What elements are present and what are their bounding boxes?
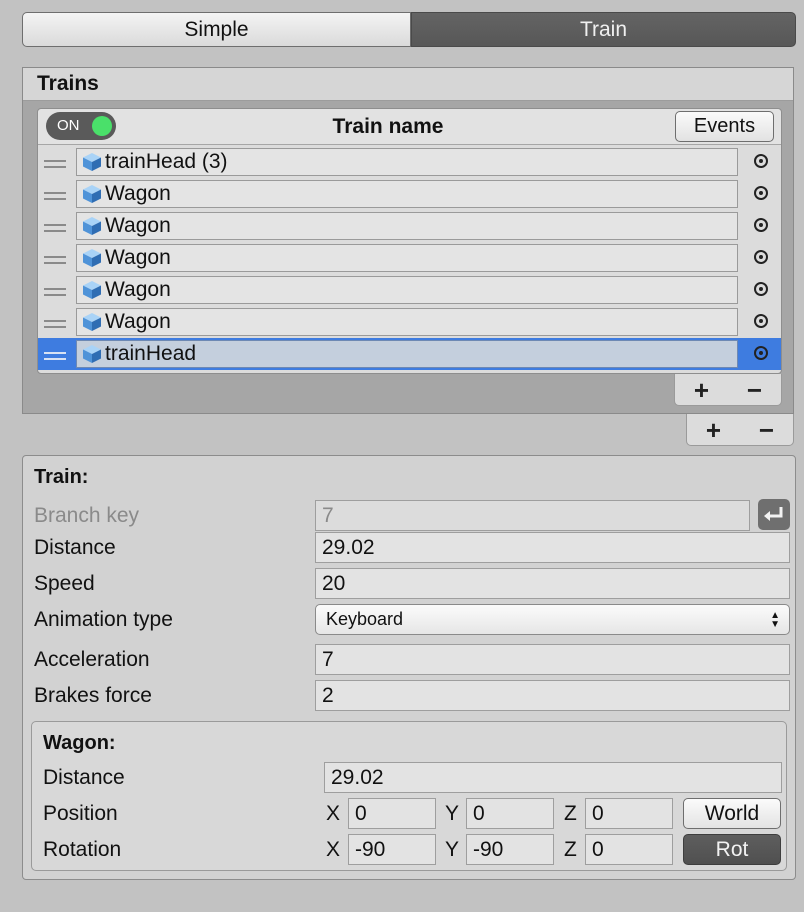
rotation-x-field[interactable]: -90 [348,834,436,865]
drag-handle-icon[interactable] [44,192,66,200]
object-field[interactable]: Wagon [76,308,738,336]
object-field[interactable]: Wagon [76,276,738,304]
toggle-knob [92,116,112,136]
object-picker-icon[interactable] [754,250,768,264]
row-name: Wagon [105,246,171,269]
object-field[interactable]: Wagon [76,180,738,208]
train-properties-panel: Train: Branch key 7 Distance 29.02 Speed… [22,455,796,880]
position-z-field[interactable]: 0 [585,798,673,829]
cube-icon [83,185,101,203]
drag-handle-icon[interactable] [44,256,66,264]
position-label: Position [43,802,118,825]
wagon-distance-field[interactable]: 29.02 [324,762,782,793]
list-item[interactable]: Wagon [38,178,781,210]
train-name-column-title: Train name [332,115,444,138]
object-picker-icon[interactable] [754,218,768,232]
rotation-x-label: X [326,838,341,861]
cube-icon [83,153,101,171]
animation-type-dropdown[interactable]: Keyboard ▲ ▼ [315,604,790,635]
rotation-z-label: Z [564,838,577,861]
cube-icon [83,249,101,267]
cube-icon [83,345,101,363]
position-x-label: X [326,802,341,825]
mode-simple-button[interactable]: Simple [22,12,411,47]
train-list: ON Train name Events trainHead (3) Wagon [37,108,782,374]
object-picker-icon[interactable] [754,346,768,360]
drag-handle-icon[interactable] [44,288,66,296]
wagon-section-title: Wagon: [43,732,116,754]
rotation-y-field[interactable]: -90 [466,834,554,865]
distance-label: Distance [34,536,116,559]
trains-header: Trains [23,68,793,101]
branch-key-field: 7 [315,500,750,531]
wagon-panel: Wagon: Distance 29.02 Position X 0 Y 0 Z… [31,721,787,871]
wagon-list-footer: + − [674,374,782,406]
return-arrow-icon [764,507,783,521]
speed-label: Speed [34,572,95,595]
object-picker-icon[interactable] [754,154,768,168]
object-field[interactable]: trainHead [76,340,738,368]
rot-button[interactable]: Rot [683,834,781,865]
list-item[interactable]: trainHead (3) [38,146,781,178]
drag-handle-icon[interactable] [44,320,66,328]
rotation-y-label: Y [445,838,460,861]
drag-handle-icon[interactable] [44,160,66,168]
animation-type-label: Animation type [34,608,173,631]
list-item-selected[interactable]: trainHead [38,338,781,370]
drag-handle-icon[interactable] [44,224,66,232]
train-section-title: Train: [34,466,89,488]
cube-icon [83,313,101,331]
distance-field[interactable]: 29.02 [315,532,790,563]
remove-wagon-button[interactable]: − [735,377,775,403]
acceleration-field[interactable]: 7 [315,644,790,675]
row-name: Wagon [105,310,171,333]
position-y-label: Y [445,802,460,825]
on-toggle[interactable]: ON [46,112,116,140]
drag-handle-icon[interactable] [44,352,66,360]
row-name: trainHead (3) [105,150,228,173]
add-wagon-button[interactable]: + [682,377,722,403]
rotation-z-field[interactable]: 0 [585,834,673,865]
object-field[interactable]: Wagon [76,244,738,272]
acceleration-label: Acceleration [34,648,150,671]
speed-field[interactable]: 20 [315,568,790,599]
trains-panel: Trains ON Train name Events trainHead (3… [22,67,794,414]
events-button[interactable]: Events [675,111,774,142]
list-item[interactable]: Wagon [38,242,781,274]
position-x-field[interactable]: 0 [348,798,436,829]
toggle-label: ON [57,117,80,134]
remove-train-button[interactable]: − [747,417,787,443]
cube-icon [83,281,101,299]
row-name: trainHead [105,342,197,365]
wagon-distance-label: Distance [43,766,125,789]
object-picker-icon[interactable] [754,282,768,296]
position-z-label: Z [564,802,577,825]
dropdown-arrows-icon: ▲ ▼ [770,610,780,630]
object-field[interactable]: trainHead (3) [76,148,738,176]
branch-key-label: Branch key [34,504,140,527]
list-item[interactable]: Wagon [38,306,781,338]
cube-icon [83,217,101,235]
world-button[interactable]: World [683,798,781,829]
trains-list-footer: + − [686,414,794,446]
row-name: Wagon [105,214,171,237]
list-item[interactable]: Wagon [38,210,781,242]
object-field[interactable]: Wagon [76,212,738,240]
animation-type-value: Keyboard [326,609,404,629]
train-list-header: ON Train name Events [38,109,781,145]
brakes-force-field[interactable]: 2 [315,680,790,711]
object-picker-icon[interactable] [754,186,768,200]
position-y-field[interactable]: 0 [466,798,554,829]
list-item[interactable]: Wagon [38,274,781,306]
add-train-button[interactable]: + [694,417,734,443]
object-picker-icon[interactable] [754,314,768,328]
row-name: Wagon [105,278,171,301]
row-name: Wagon [105,182,171,205]
brakes-force-label: Brakes force [34,684,152,707]
mode-train-button[interactable]: Train [411,12,796,47]
return-button[interactable] [758,499,790,530]
rotation-label: Rotation [43,838,122,861]
